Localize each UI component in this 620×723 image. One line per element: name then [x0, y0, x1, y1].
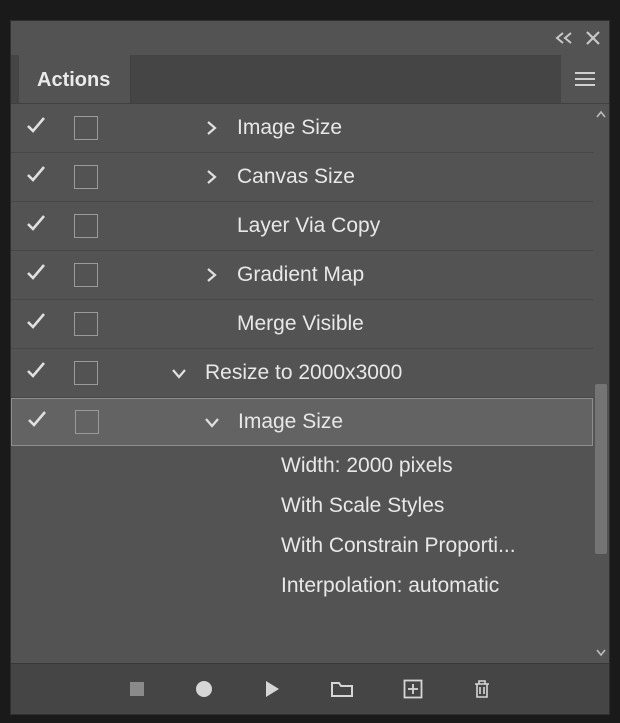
action-detail: Interpolation: automatic [11, 566, 593, 606]
chevron-right-icon[interactable] [199, 119, 223, 137]
toggle-check[interactable] [11, 163, 61, 191]
toggle-check[interactable] [11, 114, 61, 142]
row-content: Resize to 2000x3000 [111, 361, 593, 385]
tab-row: Actions [11, 55, 609, 104]
checkmark-icon [25, 261, 47, 289]
collapse-panel-icon[interactable] [553, 31, 575, 45]
close-icon[interactable] [585, 30, 601, 46]
tab-actions[interactable]: Actions [19, 55, 131, 103]
row-content: Gradient Map [111, 263, 593, 287]
action-detail: Width: 2000 pixels [11, 446, 593, 486]
checkmark-icon [25, 359, 47, 387]
panel-topbar [11, 21, 609, 55]
checkmark-icon [25, 114, 47, 142]
row-content: Layer Via Copy [111, 214, 593, 238]
row-label: Gradient Map [237, 263, 364, 287]
scroll-up-icon[interactable] [593, 104, 609, 126]
toggle-dialog[interactable] [62, 410, 112, 434]
row-label: Image Size [237, 116, 342, 140]
dialog-box-icon [74, 116, 98, 140]
chevron-down-icon[interactable] [200, 415, 224, 429]
play-button[interactable] [263, 680, 281, 698]
dialog-box-icon [74, 263, 98, 287]
action-detail: With Scale Styles [11, 486, 593, 526]
new-action-button[interactable] [403, 679, 423, 699]
toggle-check[interactable] [12, 408, 62, 436]
chevron-right-icon[interactable] [199, 266, 223, 284]
row-label: Resize to 2000x3000 [205, 361, 402, 385]
checkmark-icon [25, 310, 47, 338]
toggle-dialog[interactable] [61, 165, 111, 189]
footer-toolbar [11, 663, 609, 714]
action-row[interactable]: Layer Via Copy [11, 202, 593, 251]
scrollbar[interactable] [593, 104, 609, 663]
record-button[interactable] [195, 680, 213, 698]
toggle-check[interactable] [11, 359, 61, 387]
action-row[interactable]: Canvas Size [11, 153, 593, 202]
row-label: Canvas Size [237, 165, 355, 189]
checkmark-icon [26, 408, 48, 436]
toggle-check[interactable] [11, 310, 61, 338]
action-row[interactable]: Image Size [11, 398, 593, 446]
toggle-check[interactable] [11, 261, 61, 289]
action-row[interactable]: Resize to 2000x3000 [11, 349, 593, 398]
scroll-thumb[interactable] [595, 384, 607, 554]
row-label: Merge Visible [237, 312, 364, 336]
checkmark-icon [25, 163, 47, 191]
panel-menu-icon[interactable] [561, 55, 609, 103]
delete-button[interactable] [473, 679, 491, 699]
row-label: Layer Via Copy [237, 214, 380, 238]
toggle-check[interactable] [11, 212, 61, 240]
actions-list: Image Size Canvas Size Layer Via Copy Gradi… [11, 104, 609, 663]
dialog-box-icon [74, 361, 98, 385]
stop-button[interactable] [129, 681, 145, 697]
toggle-dialog[interactable] [61, 263, 111, 287]
toggle-dialog[interactable] [61, 361, 111, 385]
row-content: Merge Visible [111, 312, 593, 336]
row-label: Image Size [238, 410, 343, 434]
action-detail: With Constrain Proporti... [11, 526, 593, 566]
chevron-down-icon[interactable] [167, 366, 191, 380]
toggle-dialog[interactable] [61, 214, 111, 238]
row-content: Canvas Size [111, 165, 593, 189]
dialog-box-icon [75, 410, 99, 434]
row-content: Image Size [112, 410, 592, 434]
tab-label: Actions [37, 69, 110, 92]
action-row[interactable]: Merge Visible [11, 300, 593, 349]
actions-panel: Actions Image Size Canvas Size Layer Via C… [10, 20, 610, 715]
chevron-right-icon[interactable] [199, 168, 223, 186]
checkmark-icon [25, 212, 47, 240]
row-content: Image Size [111, 116, 593, 140]
action-row[interactable]: Image Size [11, 104, 593, 153]
scroll-down-icon[interactable] [593, 641, 609, 663]
dialog-box-icon [74, 165, 98, 189]
dialog-box-icon [74, 214, 98, 238]
action-row[interactable]: Gradient Map [11, 251, 593, 300]
dialog-box-icon [74, 312, 98, 336]
new-set-button[interactable] [331, 680, 353, 698]
toggle-dialog[interactable] [61, 116, 111, 140]
toggle-dialog[interactable] [61, 312, 111, 336]
